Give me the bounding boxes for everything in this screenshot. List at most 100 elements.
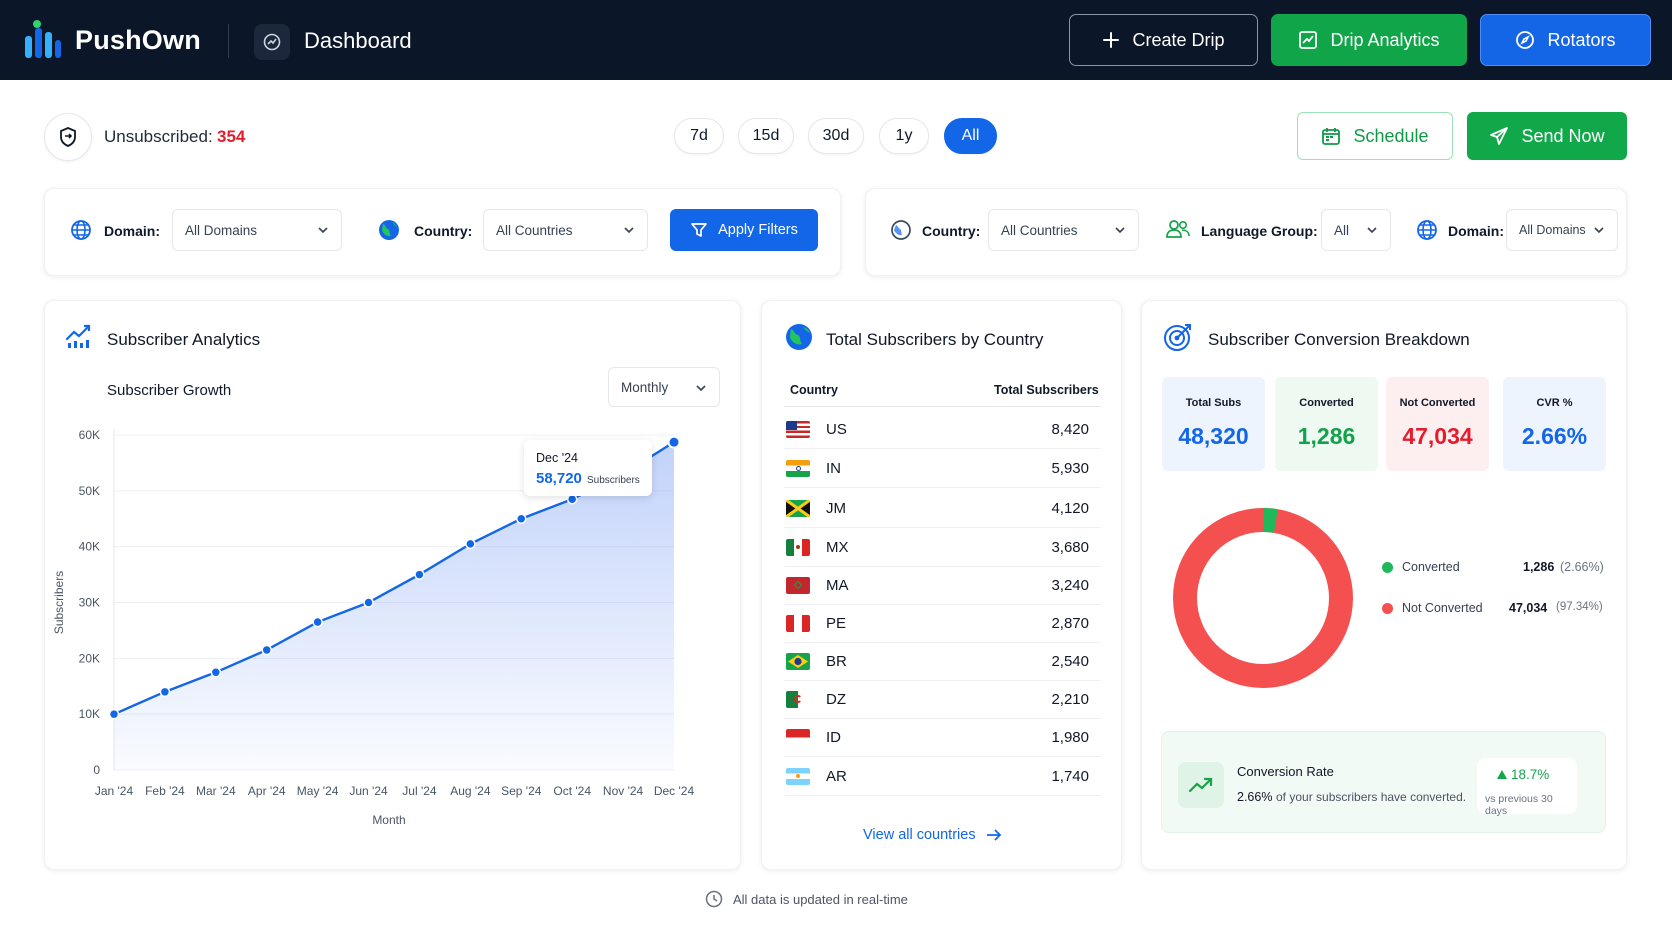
y-axis-title: Subscribers: [52, 571, 66, 634]
y-tick-label: 30K: [79, 596, 100, 610]
not-converted-legend-label: Not Converted: [1402, 601, 1483, 615]
table-row[interactable]: ID 1,980: [784, 719, 1101, 757]
table-row[interactable]: MX 3,680: [784, 529, 1101, 567]
x-tick-label: Feb '24: [145, 784, 185, 798]
drip-analytics-label: Drip Analytics: [1330, 29, 1440, 50]
view-all-countries-label: View all countries: [863, 827, 976, 843]
country-select-value: All Countries: [496, 222, 573, 238]
tile-label: Not Converted: [1399, 397, 1476, 409]
converted-legend-dot: [1382, 562, 1393, 573]
jm-flag-icon: [786, 500, 810, 517]
domain-select[interactable]: All Domains: [172, 209, 342, 251]
x-tick-label: Nov '24: [603, 784, 644, 798]
y-tick-label: 40K: [79, 540, 100, 554]
earth-icon: [786, 324, 812, 350]
table-row[interactable]: DZ 2,210: [784, 681, 1101, 719]
converted-tile: Converted 1,286: [1275, 377, 1378, 471]
view-all-countries-link[interactable]: View all countries: [863, 827, 1002, 843]
data-point: [363, 597, 374, 608]
chevron-down-icon: [1594, 227, 1604, 234]
table-row[interactable]: MA 3,240: [784, 567, 1101, 605]
country-code: MA: [826, 577, 849, 594]
language-group-select[interactable]: All: [1321, 209, 1391, 251]
range-7d-button[interactable]: 7d: [674, 118, 724, 154]
converted-legend-label: Converted: [1402, 560, 1460, 574]
mx-flag-icon: [786, 539, 810, 556]
data-point: [516, 513, 527, 524]
cvr-tile: CVR % 2.66%: [1503, 377, 1606, 471]
country-select-right-value: All Countries: [1001, 222, 1078, 238]
domain-select-right[interactable]: All Domains: [1506, 209, 1618, 251]
footer-note-text: All data is updated in real-time: [733, 891, 908, 907]
logo-mark-icon: [25, 20, 61, 58]
country-select-right[interactable]: All Countries: [988, 209, 1139, 251]
table-row[interactable]: BR 2,540: [784, 643, 1101, 681]
us-flag-icon: [786, 421, 810, 438]
country-total: 5,930: [1051, 460, 1089, 477]
app-logo[interactable]: PushOwn: [25, 20, 201, 58]
not-converted-legend-dot: [1382, 603, 1393, 614]
apply-filters-button[interactable]: Apply Filters: [670, 209, 818, 251]
country-code: AR: [826, 768, 847, 785]
tile-label: Converted: [1299, 397, 1354, 409]
data-point: [465, 538, 476, 550]
rotators-button[interactable]: Rotators: [1480, 14, 1651, 66]
footer-note: All data is updated in real-time: [705, 890, 908, 908]
not-converted-legend-value: 47,034: [1509, 601, 1548, 615]
x-tick-label: Oct '24: [553, 784, 591, 798]
tooltip-month: Dec '24: [536, 451, 578, 465]
data-point: [312, 616, 323, 628]
tile-value: 47,034: [1402, 423, 1473, 449]
country-code: DZ: [826, 691, 846, 708]
x-tick-label: Mar '24: [196, 784, 236, 798]
data-point: [667, 435, 681, 449]
data-point: [566, 493, 578, 505]
domain-filter-label: Domain:: [104, 223, 160, 239]
tile-value: 1,286: [1297, 423, 1356, 449]
country-total: 1,980: [1051, 729, 1089, 746]
table-row[interactable]: US 8,420: [784, 411, 1101, 449]
schedule-button[interactable]: Schedule: [1297, 112, 1453, 160]
tile-label: CVR %: [1536, 397, 1573, 409]
rate-change-compare: vs previous 30 days: [1485, 793, 1553, 817]
country-code: MX: [826, 539, 849, 556]
send-now-button[interactable]: Send Now: [1467, 112, 1627, 160]
unsubscribed-count: 354: [217, 127, 246, 146]
tile-label: Total Subs: [1185, 397, 1242, 409]
y-tick-label: 10K: [79, 707, 100, 721]
converted-legend-pct: (2.66%): [1560, 560, 1604, 574]
language-group-value: All: [1334, 222, 1350, 238]
table-row[interactable]: PE 2,870: [784, 605, 1101, 643]
total-column-header: Total Subscribers: [994, 383, 1099, 397]
country-total: 2,870: [1051, 615, 1089, 632]
range-1y-button[interactable]: 1y: [879, 118, 929, 154]
drip-analytics-button[interactable]: Drip Analytics: [1271, 14, 1467, 66]
header-divider: [228, 24, 229, 58]
converted-legend-value: 1,286: [1523, 560, 1555, 574]
language-group-label: Language Group:: [1201, 223, 1318, 239]
tile-value: 2.66%: [1521, 423, 1588, 449]
create-drip-button[interactable]: Create Drip: [1069, 14, 1258, 66]
total-subs-tile: Total Subs 48,320: [1162, 377, 1265, 471]
data-point: [108, 708, 120, 720]
trend-up-icon: [1178, 762, 1224, 808]
range-30d-button[interactable]: 30d: [808, 118, 864, 154]
app-name: PushOwn: [75, 24, 201, 55]
conversion-donut-chart: [1173, 508, 1353, 688]
table-row[interactable]: JM 4,120: [784, 490, 1101, 528]
x-tick-label: Sep '24: [501, 784, 542, 798]
clock-icon: [705, 890, 723, 908]
period-select[interactable]: Monthly: [608, 367, 720, 407]
country-select[interactable]: All Countries: [483, 209, 648, 251]
data-point: [210, 667, 222, 678]
range-all-button[interactable]: All: [944, 118, 997, 154]
range-15d-button[interactable]: 15d: [738, 118, 794, 154]
table-header-divider: [784, 406, 1101, 407]
create-drip-label: Create Drip: [1132, 29, 1225, 50]
users-icon: [1166, 220, 1190, 238]
dz-flag-icon: [786, 691, 810, 708]
x-tick-label: Jan '24: [95, 784, 134, 798]
table-row[interactable]: IN 5,930: [784, 450, 1101, 488]
x-tick-label: Aug '24: [450, 784, 491, 798]
table-row[interactable]: AR 1,740: [784, 758, 1101, 796]
